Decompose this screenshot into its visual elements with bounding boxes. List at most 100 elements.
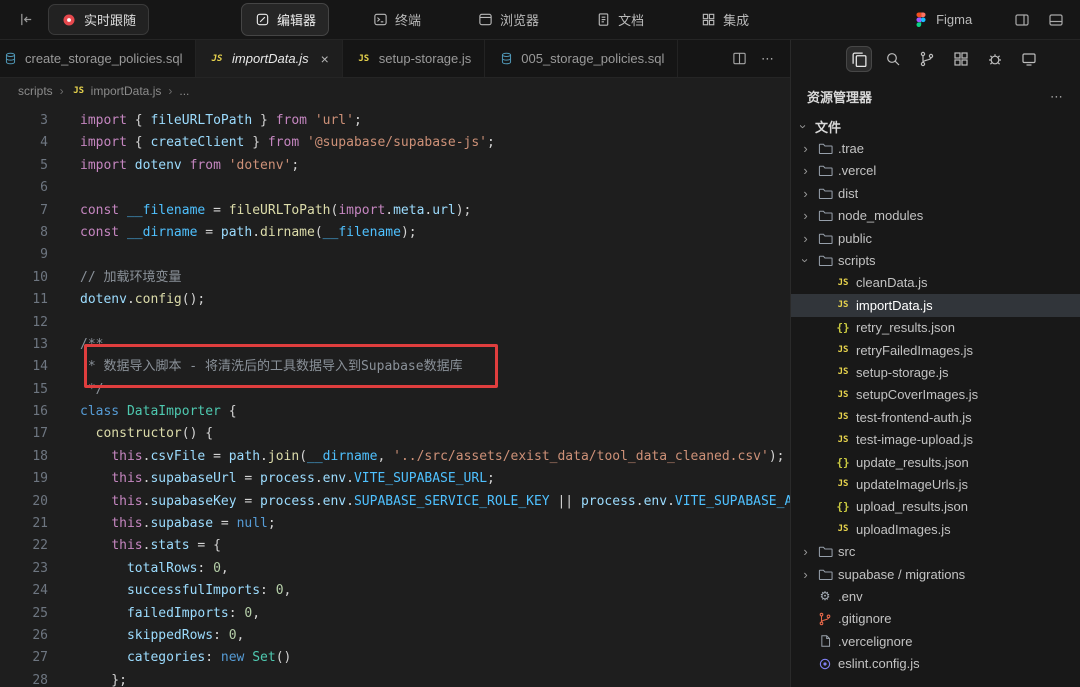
tree-item-uploadimages.js[interactable]: JSuploadImages.js — [791, 518, 1080, 540]
tree-item-label: .trae — [838, 141, 864, 156]
titlebar-nav-item-2[interactable]: 浏览器 — [464, 3, 552, 36]
db-icon — [2, 52, 18, 65]
breadcrumb-item-0[interactable]: scripts — [18, 84, 53, 98]
split-editor-icon[interactable] — [731, 51, 747, 66]
line-text: import dotenv from 'dotenv'; — [48, 155, 299, 177]
tree-item-public[interactable]: ›public — [791, 227, 1080, 249]
tree-item-node_modules[interactable]: ›node_modules — [791, 205, 1080, 227]
tabbar-actions: ⋯ — [715, 40, 790, 77]
sidebar-files-icon[interactable] — [846, 46, 872, 72]
code-line-4: 4import { createClient } from '@supabase… — [0, 132, 790, 154]
sidebar-extensions-icon[interactable] — [948, 46, 974, 72]
tree-item-.vercelignore[interactable]: .vercelignore — [791, 630, 1080, 652]
tree-item-setup-storage.js[interactable]: JSsetup-storage.js — [791, 361, 1080, 383]
code-line-19: 19 this.supabaseUrl = process.env.VITE_S… — [0, 468, 790, 490]
code-line-25: 25 failedImports: 0, — [0, 603, 790, 625]
titlebar-nav-item-4[interactable]: 集成 — [687, 3, 762, 36]
chevron-collapsed-icon[interactable]: › — [799, 567, 812, 582]
more-actions-icon[interactable]: ⋯ — [761, 51, 774, 67]
tree-item-upload_results.json[interactable]: {}upload_results.json — [791, 496, 1080, 518]
tree-item-label: scripts — [838, 253, 876, 268]
breadcrumb-item-2[interactable]: ... — [179, 84, 189, 98]
sidebar-git-branch-icon[interactable] — [914, 46, 940, 72]
titlebar-nav-item-0[interactable]: 编辑器 — [241, 3, 329, 36]
chevron-collapsed-icon[interactable]: › — [799, 163, 812, 178]
tree-item-label: setup-storage.js — [856, 365, 949, 380]
line-text: * 数据导入脚本 - 将清洗后的工具数据导入到Supabase数据库 — [48, 356, 463, 378]
chevron-collapsed-icon[interactable]: › — [799, 231, 812, 246]
tab-close-icon[interactable]: × — [321, 51, 329, 67]
editor-scrollbar[interactable] — [776, 104, 790, 687]
js-icon: JS — [356, 54, 372, 64]
panel-layout-icon[interactable] — [1046, 10, 1066, 30]
tree-item-dist[interactable]: ›dist — [791, 182, 1080, 204]
titlebar-nav-item-5[interactable]: Figma — [900, 5, 985, 35]
line-number: 22 — [0, 535, 48, 557]
tree-item-label: supabase / migrations — [838, 567, 965, 582]
line-number: 16 — [0, 401, 48, 423]
line-text: this.supabaseKey = process.env.SUPABASE_… — [48, 491, 790, 513]
live-follow-badge[interactable]: 实时跟随 — [48, 4, 149, 35]
editor-icon — [254, 12, 270, 27]
tree-item-.vercel[interactable]: ›.vercel — [791, 160, 1080, 182]
json-icon: {} — [835, 456, 851, 469]
editor-tab-1[interactable]: JSimportData.js× — [196, 40, 343, 77]
editor-tab-2[interactable]: JS setup-storage.js — [343, 40, 486, 77]
js-icon: JS — [835, 412, 851, 422]
code-line-18: 18 this.csvFile = path.join(__dirname, '… — [0, 446, 790, 468]
tree-item-eslint.config.js[interactable]: eslint.config.js — [791, 652, 1080, 674]
chevron-collapsed-icon[interactable]: › — [799, 186, 812, 201]
tree-item-retry_results.json[interactable]: {}retry_results.json — [791, 317, 1080, 339]
tree-item-.env[interactable]: ⚙.env — [791, 585, 1080, 607]
tree-item-.trae[interactable]: › .trae — [791, 137, 1080, 159]
chevron-collapsed-icon[interactable]: › — [799, 141, 812, 156]
collapse-left-icon[interactable] — [14, 8, 38, 32]
code-line-9: 9 — [0, 244, 790, 266]
tree-item-label: setupCoverImages.js — [856, 387, 978, 402]
tree-item-setupcoverimages.js[interactable]: JSsetupCoverImages.js — [791, 384, 1080, 406]
main-area: create_storage_policies.sql JSimportData.… — [0, 40, 1080, 687]
tree-item-updateimageurls.js[interactable]: JSupdateImageUrls.js — [791, 473, 1080, 495]
tree-item-label: src — [838, 544, 855, 559]
tree-item-test-image-upload.js[interactable]: JStest-image-upload.js — [791, 428, 1080, 450]
chevron-expanded-icon[interactable]: › — [796, 120, 811, 133]
line-text: constructor() { — [48, 423, 213, 445]
sidebar-search-icon[interactable] — [880, 46, 906, 72]
tab-label: create_storage_policies.sql — [25, 51, 183, 66]
tree-item-importdata.js[interactable]: JSimportData.js — [791, 294, 1080, 316]
breadcrumb-item-1[interactable]: JSimportData.js — [71, 84, 162, 98]
titlebar-nav-item-3[interactable]: 文档 — [582, 3, 657, 36]
js-icon: JS — [835, 479, 851, 489]
sidebar-more-icon[interactable]: ⋯ — [1050, 89, 1064, 105]
code-line-7: 7const __filename = fileURLToPath(import… — [0, 200, 790, 222]
line-text: successfulImports: 0, — [48, 580, 291, 602]
tree-item--[interactable]: › 文件 — [791, 115, 1080, 137]
tree-item-label: 文件 — [815, 117, 841, 136]
tree-item-.gitignore[interactable]: .gitignore — [791, 608, 1080, 630]
tree-item-scripts[interactable]: › scripts — [791, 249, 1080, 271]
chevron-expanded-icon[interactable]: › — [798, 254, 813, 267]
tree-item-update_results.json[interactable]: {}update_results.json — [791, 451, 1080, 473]
code-line-23: 23 totalRows: 0, — [0, 558, 790, 580]
js-icon: JS — [835, 524, 851, 534]
breadcrumb-label: scripts — [18, 84, 53, 98]
panel-right-icon[interactable] — [1012, 10, 1032, 30]
folder-icon — [817, 163, 833, 178]
tree-item-cleandata.js[interactable]: JScleanData.js — [791, 272, 1080, 294]
sidebar-debug-icon[interactable] — [982, 46, 1008, 72]
editor-tab-3[interactable]: 005_storage_policies.sql — [485, 40, 678, 77]
tree-item-test-frontend-auth.js[interactable]: JStest-frontend-auth.js — [791, 406, 1080, 428]
sidebar-remote-icon[interactable] — [1016, 46, 1042, 72]
tab-label: setup-storage.js — [379, 51, 472, 66]
line-text: // 加载环境变量 — [48, 267, 181, 289]
tree-item-retryfailedimages.js[interactable]: JSretryFailedImages.js — [791, 339, 1080, 361]
chevron-collapsed-icon[interactable]: › — [799, 544, 812, 559]
line-number: 13 — [0, 334, 48, 356]
tree-item-src[interactable]: › src — [791, 540, 1080, 562]
chevron-collapsed-icon[interactable]: › — [799, 208, 812, 223]
editor-tab-0[interactable]: create_storage_policies.sql — [0, 40, 196, 77]
line-text — [48, 312, 80, 334]
titlebar-nav-item-1[interactable]: 终端 — [359, 3, 434, 36]
tree-item-supabase-migrations[interactable]: › supabase / migrations — [791, 563, 1080, 585]
code-editor[interactable]: 3import { fileURLToPath } from 'url';4im… — [0, 104, 790, 687]
